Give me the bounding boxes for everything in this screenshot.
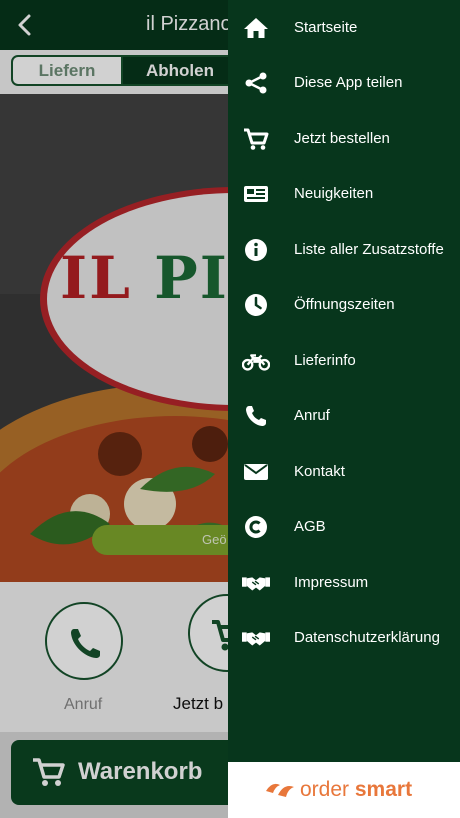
handshake-icon <box>242 570 270 596</box>
drawer-item-news[interactable]: Neuigkeiten <box>228 171 460 217</box>
home-icon <box>242 15 270 41</box>
drawer-item-share[interactable]: Diese App teilen <box>228 60 460 106</box>
copyright-icon <box>242 514 270 540</box>
ordersmart-wordmark: order smart <box>300 778 413 801</box>
motorcycle-icon <box>242 348 270 374</box>
drawer-item-agb[interactable]: AGB <box>228 504 460 550</box>
cart-icon <box>242 126 270 152</box>
share-icon <box>242 70 270 96</box>
drawer-item-delivery-info[interactable]: Lieferinfo <box>228 338 460 384</box>
drawer-item-privacy[interactable]: Datenschutzerklärung <box>228 615 460 661</box>
handshake-icon <box>242 625 270 651</box>
envelope-icon <box>242 459 270 485</box>
drawer-item-opening-hours[interactable]: Öffnungszeiten <box>228 282 460 328</box>
info-icon <box>242 237 270 263</box>
drawer-item-startseite[interactable]: Startseite <box>228 5 460 51</box>
drawer-item-additives[interactable]: Liste aller Zusatzstoffe <box>228 227 460 273</box>
newspaper-icon <box>242 181 270 207</box>
phone-icon <box>242 403 270 429</box>
navigation-drawer: Startseite Diese App teilen Jetzt bestel… <box>228 0 460 818</box>
ordersmart-logo-icon <box>266 783 294 797</box>
clock-icon <box>242 292 270 318</box>
ordersmart-branding: order smart <box>228 762 460 818</box>
drawer-item-contact[interactable]: Kontakt <box>228 449 460 495</box>
drawer-item-imprint[interactable]: Impressum <box>228 560 460 606</box>
drawer-item-order[interactable]: Jetzt bestellen <box>228 116 460 162</box>
drawer-item-call[interactable]: Anruf <box>228 393 460 439</box>
